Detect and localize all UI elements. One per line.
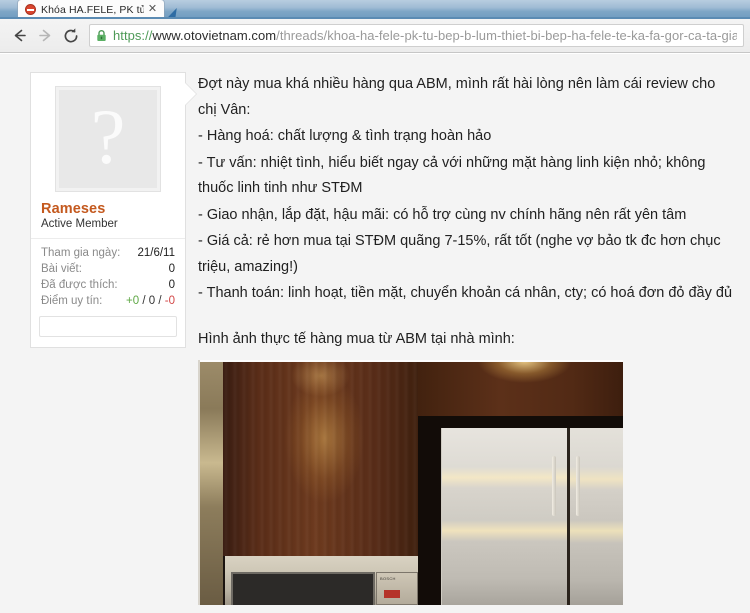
post-paragraph: - Giao nhận, lắp đặt, hậu mãi: có hỗ trợ… xyxy=(198,206,687,223)
avatar-placeholder-icon: ? xyxy=(90,93,126,180)
stat-label: Điểm uy tín: xyxy=(41,295,103,307)
stat-value: 21/6/11 xyxy=(137,247,175,259)
reputation-separator-1: / xyxy=(139,295,149,307)
post-paragraph: - Tư vấn: nhiệt tình, hiểu biết ngay cả … xyxy=(198,154,706,197)
post-paragraph: Đợt này mua khá nhiều hàng qua ABM, mình… xyxy=(198,76,716,118)
stat-joined: Tham gia ngày: 21/6/11 xyxy=(39,246,177,262)
reload-button[interactable] xyxy=(58,23,84,49)
user-panel-input[interactable] xyxy=(39,316,177,337)
post-image-kitchen[interactable]: BOSCH xyxy=(198,360,623,605)
page-viewport: ? Rameses Active Member Tham gia ngày: 2… xyxy=(0,54,750,613)
url-host: www.otovietnam.com xyxy=(152,28,277,43)
post-image-caption: Hình ảnh thực tế hàng mua từ ABM tại nhà… xyxy=(198,330,515,347)
avatar[interactable]: ? xyxy=(56,87,160,191)
url-scheme: https:// xyxy=(113,28,153,43)
user-title: Active Member xyxy=(41,218,118,230)
photo-refrigerator-left-door xyxy=(441,428,568,605)
stat-label: Tham gia ngày: xyxy=(41,247,121,259)
photo-top-edge xyxy=(198,360,623,362)
stat-value: 0 xyxy=(168,279,175,291)
photo-oven-glass xyxy=(231,572,375,605)
address-bar[interactable]: https://www.otovietnam.com/threads/khoa-… xyxy=(89,24,744,47)
tabstrip-left-gap xyxy=(0,0,18,19)
post-message-body: Đợt này mua khá nhiều hàng qua ABM, mình… xyxy=(190,72,750,605)
photo-fridge-handle-right xyxy=(576,456,580,516)
reputation-values: +0 / 0 / -0 xyxy=(126,295,175,307)
user-info-panel: ? Rameses Active Member Tham gia ngày: 2… xyxy=(30,72,197,348)
photo-wood-cabinet xyxy=(223,360,418,556)
photo-fridge-handle-left xyxy=(552,456,556,516)
post-paragraph: - Thanh toán: linh hoạt, tiền mặt, chuyể… xyxy=(198,285,733,301)
close-icon[interactable]: ✕ xyxy=(147,4,158,15)
tab-title: Khóa HA.FELE, PK tủ bếp xyxy=(41,3,144,16)
browser-tab[interactable]: Khóa HA.FELE, PK tủ bếp ✕ xyxy=(18,0,164,19)
lock-icon xyxy=(96,29,107,42)
stat-likes: Đã được thích: 0 xyxy=(39,278,177,294)
photo-left-wall xyxy=(198,360,223,605)
stat-reputation: Điểm uy tín: +0 / 0 / -0 xyxy=(39,294,177,310)
photo-refrigerator-right-door xyxy=(570,428,623,605)
photo-oven-brand-label: BOSCH xyxy=(380,576,396,581)
forward-button[interactable] xyxy=(32,23,58,49)
stat-value: 0 xyxy=(168,263,175,275)
reputation-separator-2: / xyxy=(155,295,165,307)
browser-toolbar: https://www.otovietnam.com/threads/khoa-… xyxy=(0,19,750,53)
reputation-positive: +0 xyxy=(126,295,140,307)
reload-icon xyxy=(64,27,78,42)
forward-arrow-icon xyxy=(38,29,50,42)
tab-strip: Khóa HA.FELE, PK tủ bếp ✕ xyxy=(0,0,750,19)
browser-window: Khóa HA.FELE, PK tủ bếp ✕ xyxy=(0,0,750,613)
forum-post: ? Rameses Active Member Tham gia ngày: 2… xyxy=(0,54,750,605)
url-path: /threads/khoa-ha-fele-pk-tu-bep-b-lum-th… xyxy=(276,28,737,43)
back-button[interactable] xyxy=(6,23,32,49)
reputation-negative: -0 xyxy=(164,295,175,307)
post-paragraph: - Hàng hoá: chất lượng & tình trạng hoàn… xyxy=(198,128,492,144)
stat-label: Bài viết: xyxy=(41,263,82,275)
url-text: https://www.otovietnam.com/threads/khoa-… xyxy=(113,28,737,43)
post-user-column: ? Rameses Active Member Tham gia ngày: 2… xyxy=(0,72,197,605)
browser-titlebar: Khóa HA.FELE, PK tủ bếp ✕ xyxy=(0,0,750,19)
photo-upper-wood-panel xyxy=(418,360,623,416)
post-paragraph: - Giá cả: rẻ hơn mua tại STĐM quãng 7-15… xyxy=(198,233,721,275)
divider xyxy=(31,238,185,239)
username[interactable]: Rameses xyxy=(41,201,177,217)
new-tab-button[interactable] xyxy=(165,7,181,19)
photo-left-edge xyxy=(198,360,200,605)
stat-posts: Bài viết: 0 xyxy=(39,262,177,278)
stat-label: Đã được thích: xyxy=(41,279,118,291)
forum-favicon-icon xyxy=(25,4,36,15)
back-arrow-icon xyxy=(14,29,26,42)
photo-oven-display xyxy=(384,590,400,598)
